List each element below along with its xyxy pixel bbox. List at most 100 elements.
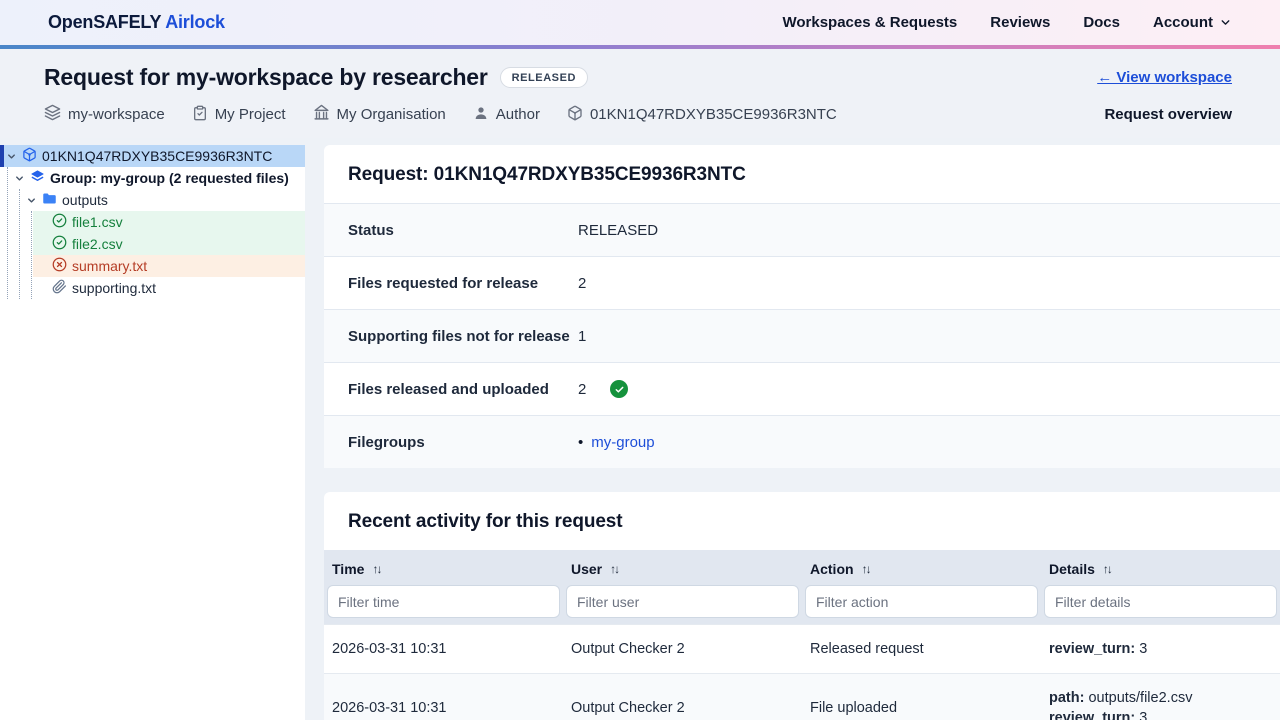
page-title: Request for my-workspace by researcher (44, 64, 488, 91)
detail-key: path: (1049, 690, 1084, 706)
tree-item-request-root[interactable]: 01KN1Q47RDXYB35CE9936R3NTC (0, 145, 305, 167)
activity-action: Released request (802, 625, 1041, 673)
row-label: Files requested for release (348, 275, 578, 292)
check-circle-filled-icon (610, 380, 628, 398)
package-icon (22, 147, 37, 165)
chevron-down-icon[interactable] (14, 173, 25, 184)
filegroup-link[interactable]: my-group (591, 434, 654, 451)
file-tree-sidebar: 01KN1Q47RDXYB35CE9936R3NTC Group: my-gro… (0, 145, 305, 720)
top-navbar: OpenSAFELY Airlock Workspaces & Requests… (0, 0, 1280, 45)
sort-icon[interactable]: ↑↓ (1103, 562, 1111, 576)
column-header-details[interactable]: Details ↑↓ (1041, 559, 1280, 585)
filter-time-input[interactable] (327, 585, 560, 618)
filter-details-input[interactable] (1044, 585, 1277, 618)
tree-item-label: 01KN1Q47RDXYB35CE9936R3NTC (42, 148, 272, 164)
detail-value: outputs/file2.csv (1088, 690, 1192, 706)
tree-item-label: Group: my-group (2 requested files) (50, 170, 289, 186)
recent-activity-heading: Recent activity for this request (324, 492, 1280, 550)
tree-guide (31, 211, 32, 299)
activity-details: path: outputs/file2.csv review_turn: 3 (1041, 674, 1280, 720)
folder-icon (42, 191, 57, 209)
chevron-down-icon (1219, 16, 1232, 29)
breadcrumb-project: My Project (192, 105, 286, 125)
column-header-action[interactable]: Action ↑↓ (802, 559, 1041, 585)
account-label: Account (1153, 14, 1213, 31)
detail-value: 3 (1139, 710, 1147, 720)
chevron-down-icon[interactable] (26, 195, 37, 206)
activity-user: Output Checker 2 (563, 625, 802, 673)
page-header: Request for my-workspace by researcher R… (0, 49, 1280, 138)
row-value: RELEASED (578, 222, 658, 239)
breadcrumb-organisation: My Organisation (313, 104, 446, 125)
user-icon (473, 105, 489, 125)
row-value: 2 (578, 381, 586, 398)
tree-item-file2[interactable]: file2.csv (33, 233, 305, 255)
breadcrumb-label: Author (496, 106, 540, 123)
column-label: Time (332, 561, 364, 577)
activity-user: Output Checker 2 (563, 674, 802, 720)
sort-icon[interactable]: ↑↓ (862, 562, 870, 576)
tree-guide (7, 167, 8, 299)
status-badge: RELEASED (500, 67, 588, 88)
nav-workspaces-requests[interactable]: Workspaces & Requests (782, 14, 957, 31)
layers-icon (44, 104, 61, 125)
check-circle-icon (52, 213, 67, 231)
filter-action-input[interactable] (805, 585, 1038, 618)
activity-time: 2026-03-31 10:31 (324, 625, 563, 673)
check-circle-icon (52, 235, 67, 253)
nav-reviews[interactable]: Reviews (990, 14, 1050, 31)
package-icon (567, 105, 583, 125)
bank-icon (313, 104, 330, 125)
layers-icon (30, 169, 45, 187)
app-logo[interactable]: OpenSAFELY Airlock (48, 12, 225, 33)
column-label: User (571, 561, 602, 577)
tree-item-label: supporting.txt (72, 280, 156, 296)
tree-item-file1[interactable]: file1.csv (33, 211, 305, 233)
summary-row-status: Status RELEASED (324, 203, 1280, 256)
column-label: Details (1049, 561, 1095, 577)
logo-opensafely: OpenSAFELY (48, 12, 161, 32)
row-label: Supporting files not for release (348, 328, 578, 345)
tree-guide (19, 189, 20, 299)
view-workspace-link[interactable]: ← View workspace (1097, 69, 1232, 86)
column-header-user[interactable]: User ↑↓ (563, 559, 802, 585)
request-summary-card: Request: 01KN1Q47RDXYB35CE9936R3NTC Stat… (324, 145, 1280, 468)
list-bullet: • (578, 434, 583, 451)
row-value: 2 (578, 275, 586, 292)
tree-item-label: outputs (62, 192, 108, 208)
tree-item-label: summary.txt (72, 258, 147, 274)
tree-item-outputs-folder[interactable]: outputs (0, 189, 305, 211)
activity-row: 2026-03-31 10:31 Output Checker 2 File u… (324, 673, 1280, 720)
filter-user-input[interactable] (566, 585, 799, 618)
tree-item-supporting[interactable]: supporting.txt (33, 277, 305, 299)
breadcrumb-request-id: 01KN1Q47RDXYB35CE9936R3NTC (567, 105, 837, 125)
column-label: Action (810, 561, 854, 577)
tree-item-group[interactable]: Group: my-group (2 requested files) (0, 167, 305, 189)
breadcrumb-label: My Organisation (337, 106, 446, 123)
summary-row-files-requested: Files requested for release 2 (324, 256, 1280, 309)
sort-icon[interactable]: ↑↓ (610, 562, 618, 576)
row-value: 1 (578, 328, 586, 345)
column-header-time[interactable]: Time ↑↓ (324, 559, 563, 585)
detail-key: review_turn: (1049, 641, 1135, 657)
summary-row-files-released: Files released and uploaded 2 (324, 362, 1280, 415)
breadcrumb: my-workspace My Project My Organisation … (44, 104, 837, 125)
recent-activity-card: Recent activity for this request Time ↑↓… (324, 492, 1280, 720)
activity-row: 2026-03-31 10:31 Output Checker 2 Releas… (324, 624, 1280, 673)
activity-table-header: Time ↑↓ User ↑↓ Action ↑↓ Details ↑↓ (324, 550, 1280, 624)
nav-docs[interactable]: Docs (1083, 14, 1120, 31)
row-label: Files released and uploaded (348, 381, 578, 398)
sort-icon[interactable]: ↑↓ (372, 562, 380, 576)
breadcrumb-label: My Project (215, 106, 286, 123)
row-label: Filegroups (348, 434, 578, 451)
activity-action: File uploaded (802, 674, 1041, 720)
activity-time: 2026-03-31 10:31 (324, 674, 563, 720)
chevron-down-icon[interactable] (6, 151, 17, 162)
row-label: Status (348, 222, 578, 239)
breadcrumb-workspace: my-workspace (44, 104, 165, 125)
tree-item-summary[interactable]: summary.txt (33, 255, 305, 277)
detail-key: review_turn: (1049, 710, 1135, 720)
logo-airlock: Airlock (165, 12, 225, 32)
nav-links: Workspaces & Requests Reviews Docs Accou… (782, 14, 1232, 31)
nav-account-menu[interactable]: Account (1153, 14, 1232, 31)
